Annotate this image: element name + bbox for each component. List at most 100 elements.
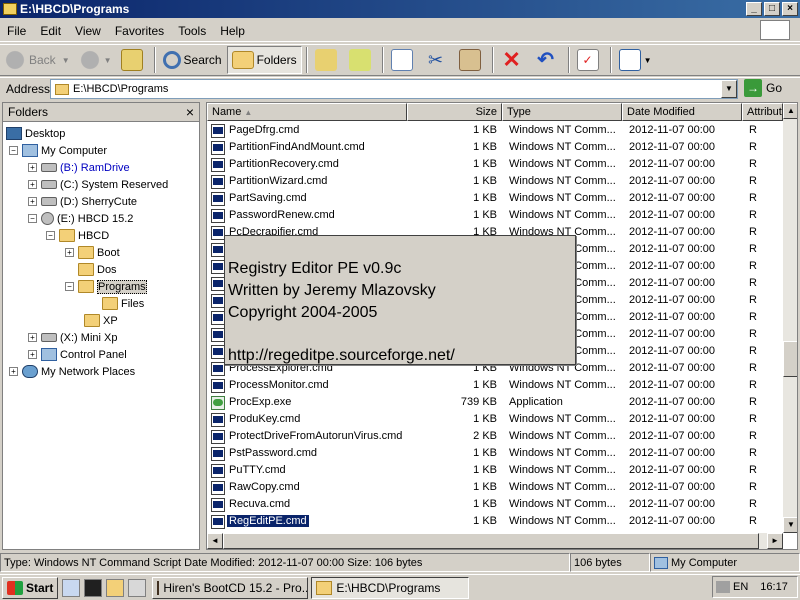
file-row[interactable]: ProtectDriveFromAutorunVirus.cmd 2 KB Wind… bbox=[207, 428, 783, 445]
close-button[interactable]: × bbox=[782, 2, 798, 16]
file-row[interactable]: PstPassword.cmd 1 KB Windows NT Comm... 201… bbox=[207, 445, 783, 462]
delete-button[interactable]: ✕ bbox=[497, 46, 530, 74]
toolbar-separator bbox=[491, 47, 494, 73]
column-date-modified[interactable]: Date Modified bbox=[622, 103, 742, 121]
file-type: Windows NT Comm... bbox=[509, 498, 616, 510]
file-row[interactable]: PartSaving.cmd 1 KB Windows NT Comm... 2012… bbox=[207, 190, 783, 207]
maximize-button[interactable]: □ bbox=[764, 2, 780, 16]
quicklaunch-ie-icon[interactable] bbox=[62, 578, 81, 597]
column-attributes[interactable]: Attribut bbox=[742, 103, 783, 121]
quicklaunch-desktop-icon[interactable] bbox=[128, 578, 147, 597]
collapse-icon[interactable]: − bbox=[28, 214, 37, 223]
tree-item-x-drive[interactable]: + (X:) Mini Xp bbox=[28, 329, 117, 346]
file-row[interactable]: ProduKey.cmd 1 KB Windows NT Comm... 2012-1… bbox=[207, 411, 783, 428]
system-tray: EN 16:17 bbox=[712, 576, 798, 598]
expand-icon[interactable]: + bbox=[28, 333, 37, 342]
file-row[interactable]: PartitionFindAndMount.cmd 1 KB Windows NT … bbox=[207, 139, 783, 156]
vertical-scrollbar[interactable]: ▲ ▼ bbox=[783, 103, 797, 533]
quicklaunch-explorer-icon[interactable] bbox=[106, 578, 125, 597]
file-row[interactable]: Recuva.cmd 1 KB Windows NT Comm... 2012-11-… bbox=[207, 496, 783, 513]
views-button[interactable]: ▼ bbox=[615, 46, 656, 74]
paste-button[interactable] bbox=[455, 46, 488, 74]
tree-item-ramdrive[interactable]: + (B:) RamDrive bbox=[28, 159, 130, 176]
clock[interactable]: 16:17 bbox=[760, 581, 788, 593]
tree-item-desktop[interactable]: Desktop bbox=[6, 125, 65, 142]
expand-icon[interactable]: + bbox=[28, 180, 37, 189]
file-row[interactable]: RawCopy.cmd 1 KB Windows NT Comm... 2012-11… bbox=[207, 479, 783, 496]
properties-button[interactable]: ✓ bbox=[573, 46, 606, 74]
scroll-up-button[interactable]: ▲ bbox=[783, 103, 797, 119]
forward-button[interactable]: ▼ bbox=[75, 46, 116, 74]
tree-item-boot[interactable]: + Boot bbox=[65, 244, 120, 261]
address-input[interactable]: E:\HBCD\Programs ▼ bbox=[50, 79, 738, 99]
expand-icon[interactable]: + bbox=[28, 163, 37, 172]
file-row[interactable]: PuTTY.cmd 1 KB Windows NT Comm... 2012-11-0… bbox=[207, 462, 783, 479]
expand-icon[interactable]: + bbox=[65, 248, 74, 257]
move-to-button[interactable] bbox=[311, 46, 344, 74]
expand-icon[interactable]: + bbox=[9, 367, 18, 376]
task-explorer-programs[interactable]: E:\HBCD\Programs bbox=[311, 576, 470, 599]
cmd-script-icon bbox=[211, 413, 225, 427]
tree-item-my-computer[interactable]: − My Computer bbox=[9, 142, 107, 159]
computer-icon bbox=[22, 144, 38, 157]
tree-item-xp[interactable]: XP bbox=[84, 312, 118, 329]
window-title: E:\HBCD\Programs bbox=[20, 2, 130, 16]
tree-item-programs[interactable]: − Programs bbox=[65, 278, 147, 295]
horizontal-scroll-thumb[interactable] bbox=[223, 533, 759, 549]
collapse-icon[interactable]: − bbox=[65, 282, 74, 291]
vertical-scroll-thumb[interactable] bbox=[783, 341, 797, 377]
menu-favorites[interactable]: Favorites bbox=[108, 24, 171, 38]
go-button[interactable]: → Go bbox=[744, 79, 782, 97]
folders-pane-close-button[interactable]: × bbox=[186, 104, 194, 120]
quicklaunch-cmd-icon[interactable] bbox=[84, 578, 103, 597]
minimize-button[interactable]: _ bbox=[746, 2, 762, 16]
file-row[interactable]: ProcExp.exe 739 KB Application 2012-11-07 0… bbox=[207, 394, 783, 411]
scroll-right-button[interactable]: ► bbox=[767, 533, 783, 549]
address-dropdown-button[interactable]: ▼ bbox=[721, 80, 737, 98]
file-row[interactable]: PartitionRecovery.cmd 1 KB Windows NT Comm… bbox=[207, 156, 783, 173]
file-row[interactable]: PartitionWizard.cmd 1 KB Windows NT Comm..… bbox=[207, 173, 783, 190]
cmd-script-icon bbox=[211, 481, 225, 495]
file-row[interactable]: ProcessMonitor.cmd 1 KB Windows NT Comm...… bbox=[207, 377, 783, 394]
file-row[interactable]: PasswordRenew.cmd 1 KB Windows NT Comm... 2… bbox=[207, 207, 783, 224]
tree-item-hbcd[interactable]: − HBCD bbox=[46, 227, 109, 244]
copy-button[interactable] bbox=[387, 46, 420, 74]
folders-button[interactable]: Folders bbox=[226, 46, 302, 74]
column-size[interactable]: Size bbox=[407, 103, 502, 121]
scroll-left-button[interactable]: ◄ bbox=[207, 533, 223, 549]
menu-tools[interactable]: Tools bbox=[171, 24, 213, 38]
tree-item-c-drive[interactable]: + (C:) System Reserved bbox=[28, 176, 168, 193]
tree-item-e-drive[interactable]: − (E:) HBCD 15.2 bbox=[28, 210, 133, 227]
expand-icon[interactable]: + bbox=[28, 350, 37, 359]
file-row[interactable]: PageDfrg.cmd 1 KB Windows NT Comm... 2012-1… bbox=[207, 122, 783, 139]
back-button[interactable]: Back ▼ bbox=[0, 46, 74, 74]
file-row[interactable]: RegEditPE.cmd 1 KB Windows NT Comm... 2012-… bbox=[207, 513, 783, 530]
menu-file[interactable]: File bbox=[0, 24, 33, 38]
cut-button[interactable]: ✂ bbox=[421, 46, 454, 74]
column-name[interactable]: Name ▲ bbox=[207, 103, 407, 121]
tree-item-dos[interactable]: Dos bbox=[78, 261, 117, 278]
tree-item-files[interactable]: Files bbox=[102, 295, 144, 312]
copy-to-button[interactable] bbox=[345, 46, 378, 74]
search-button[interactable]: Search bbox=[159, 46, 226, 74]
menu-view[interactable]: View bbox=[68, 24, 108, 38]
menu-edit[interactable]: Edit bbox=[33, 24, 68, 38]
collapse-icon[interactable]: − bbox=[9, 146, 18, 155]
column-type[interactable]: Type bbox=[502, 103, 622, 121]
regedit-pe-splash: Registry Editor PE v0.9c Written by Jere… bbox=[224, 235, 576, 365]
tree-item-network[interactable]: + My Network Places bbox=[9, 363, 135, 380]
tree-item-control-panel[interactable]: + Control Panel bbox=[28, 346, 127, 363]
expand-icon[interactable]: + bbox=[28, 197, 37, 206]
undo-button[interactable]: ↶ bbox=[531, 46, 564, 74]
up-button[interactable] bbox=[117, 46, 150, 74]
language-indicator[interactable]: EN bbox=[733, 581, 748, 593]
horizontal-scrollbar[interactable]: ◄ ► bbox=[207, 533, 783, 549]
task-hirens-bootcd[interactable]: Hiren's BootCD 15.2 - Pro... bbox=[152, 576, 309, 599]
file-attr: R bbox=[749, 464, 757, 476]
collapse-icon[interactable]: − bbox=[46, 231, 55, 240]
network-tray-icon[interactable] bbox=[716, 581, 730, 593]
menu-help[interactable]: Help bbox=[213, 24, 252, 38]
tree-item-d-drive[interactable]: + (D:) SherryCute bbox=[28, 193, 137, 210]
start-button[interactable]: Start bbox=[2, 576, 59, 599]
scroll-down-button[interactable]: ▼ bbox=[783, 517, 797, 533]
